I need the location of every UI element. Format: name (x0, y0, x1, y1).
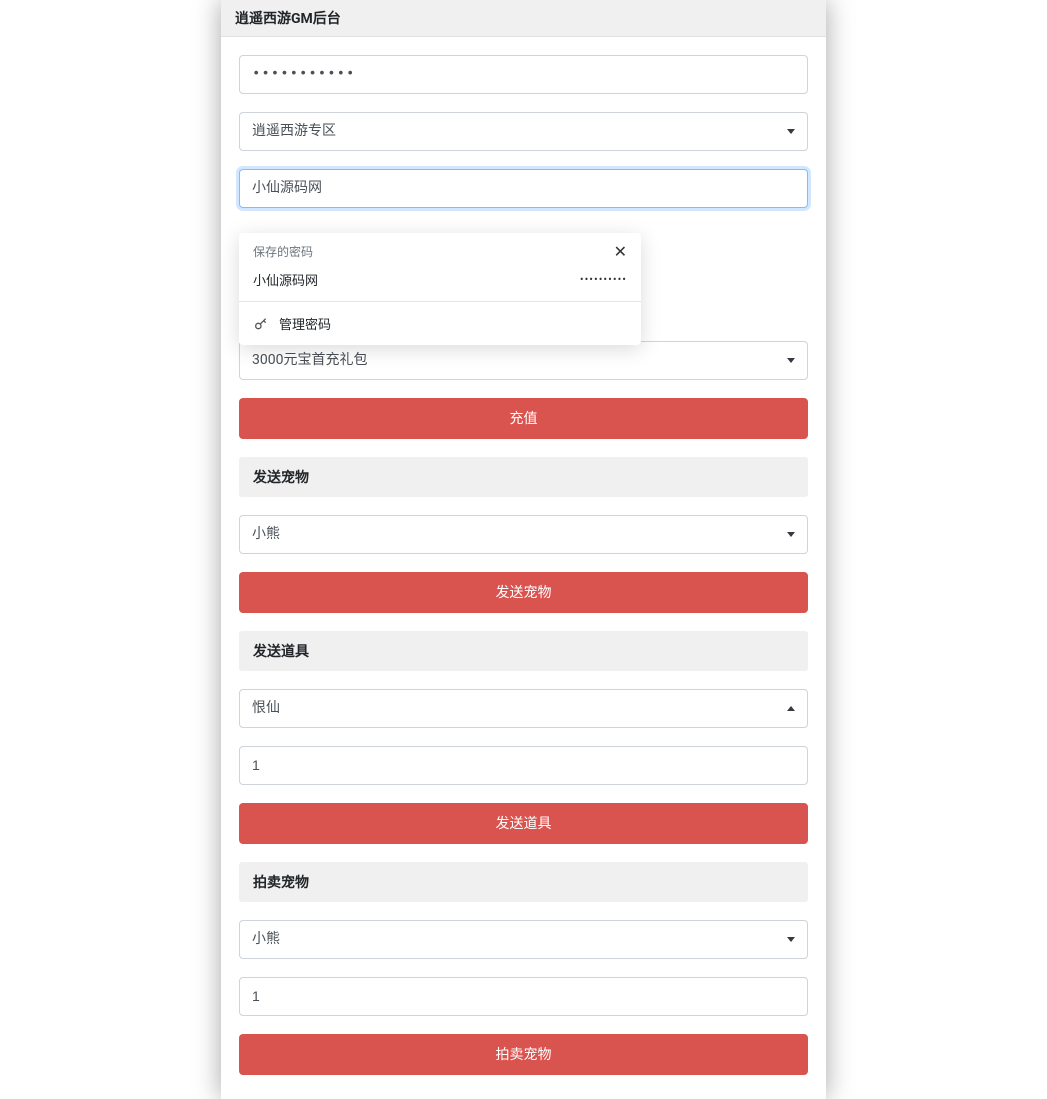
caret-down-icon (787, 129, 795, 134)
auction-pet-section-header: 拍卖宠物 (239, 862, 808, 902)
popup-header: 保存的密码 ✕ (239, 233, 641, 262)
server-select-value: 逍遥西游专区 (252, 121, 336, 142)
recharge-button-label: 充值 (510, 410, 538, 426)
server-select[interactable]: 逍遥西游专区 (239, 112, 808, 151)
recharge-select-value: 3000元宝首充礼包 (252, 350, 367, 371)
page-title: 逍遥西游GM后台 (235, 11, 341, 27)
send-pet-select[interactable]: 小熊 (239, 515, 808, 554)
auction-pet-title: 拍卖宠物 (253, 875, 309, 891)
send-pet-section-header: 发送宠物 (239, 457, 808, 497)
caret-down-icon (787, 937, 795, 942)
password-manager-popup: 保存的密码 ✕ 小仙源码网 •••••••••• 管理密码 (239, 233, 641, 345)
popup-title: 保存的密码 (253, 243, 313, 260)
send-pet-button-label: 发送宠物 (496, 584, 552, 600)
manage-passwords-label: 管理密码 (279, 314, 331, 333)
send-item-title: 发送道具 (253, 644, 309, 660)
caret-down-icon (787, 532, 795, 537)
auction-pet-select-value: 小熊 (252, 929, 280, 950)
username-value: 小仙源码网 (252, 180, 322, 196)
page-header: 逍遥西游GM后台 (221, 0, 826, 37)
key-icon (253, 316, 269, 332)
send-item-select-value: 恨仙 (252, 698, 280, 719)
recharge-select[interactable]: 3000元宝首充礼包 (239, 341, 808, 380)
username-input[interactable]: 小仙源码网 (239, 169, 808, 208)
auction-pet-select[interactable]: 小熊 (239, 920, 808, 959)
password-input[interactable]: ••••••••••• (239, 55, 808, 94)
send-item-button[interactable]: 发送道具 (239, 803, 808, 844)
recharge-button[interactable]: 充值 (239, 398, 808, 439)
saved-password-item[interactable]: 小仙源码网 •••••••••• (239, 262, 641, 301)
send-pet-title: 发送宠物 (253, 470, 309, 486)
saved-username: 小仙源码网 (253, 270, 318, 289)
caret-up-icon (787, 706, 795, 711)
saved-password-dots: •••••••••• (580, 273, 627, 286)
caret-down-icon (787, 358, 795, 363)
auction-pet-button-label: 拍卖宠物 (496, 1046, 552, 1062)
send-item-section-header: 发送道具 (239, 631, 808, 671)
send-pet-button[interactable]: 发送宠物 (239, 572, 808, 613)
manage-passwords-button[interactable]: 管理密码 (239, 302, 641, 345)
send-pet-select-value: 小熊 (252, 524, 280, 545)
main-panel: 逍遥西游GM后台 ••••••••••• 逍遥西游专区 小仙源码网 保存的密码 … (221, 0, 826, 1099)
send-item-select[interactable]: 恨仙 (239, 689, 808, 728)
auction-pet-button[interactable]: 拍卖宠物 (239, 1034, 808, 1075)
send-item-button-label: 发送道具 (496, 815, 552, 831)
password-value: ••••••••••• (252, 66, 355, 82)
auction-pet-quantity-input[interactable] (239, 977, 808, 1016)
close-icon[interactable]: ✕ (614, 244, 627, 260)
content-area: ••••••••••• 逍遥西游专区 小仙源码网 保存的密码 ✕ 小仙源码网 •… (221, 37, 826, 1099)
send-item-quantity-input[interactable] (239, 746, 808, 785)
